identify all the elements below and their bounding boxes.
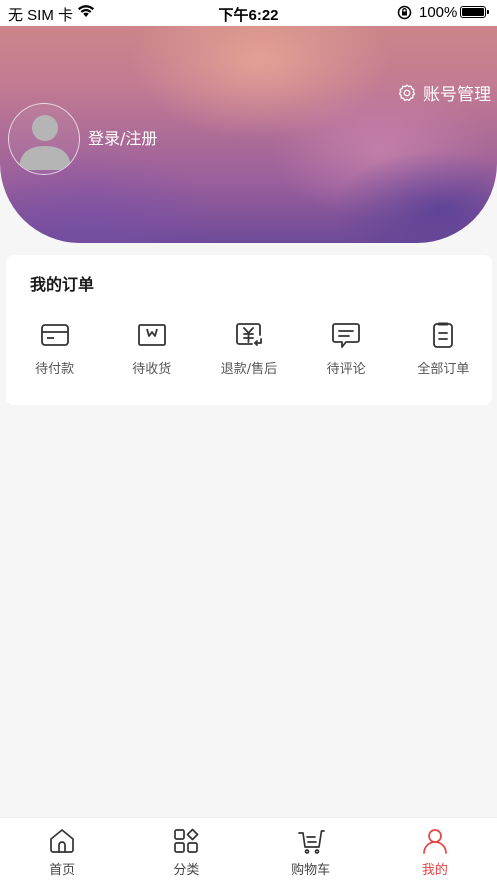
my-orders-card: 我的订单 待付款 待收货 退款/售后 待评论 全部订单 (6, 255, 492, 405)
account-management-label: 账号管理 (423, 85, 491, 105)
refund-icon (236, 323, 262, 346)
order-pending-receipt-label: 待收货 (132, 362, 172, 377)
tab-category-label: 分类 (173, 863, 200, 878)
order-pending-payment-label: 待付款 (35, 362, 75, 377)
comment-icon (332, 323, 361, 348)
order-pending-receipt[interactable]: 待收货 (103, 321, 200, 377)
orientation-lock-icon (397, 5, 412, 24)
tab-mine-label: 我的 (421, 863, 448, 878)
order-all-orders-label: 全部订单 (417, 362, 470, 377)
order-pending-payment[interactable]: 待付款 (6, 321, 103, 377)
tab-category[interactable]: 分类 (124, 818, 248, 884)
home-icon (50, 829, 74, 853)
tab-cart-label: 购物车 (291, 863, 331, 878)
battery-percent: 100% (419, 4, 458, 21)
tab-home-label: 首页 (49, 863, 76, 878)
wallet-card-icon (40, 324, 69, 346)
user-icon (423, 829, 447, 854)
account-management-button[interactable]: 账号管理 (397, 80, 491, 105)
avatar[interactable] (8, 103, 80, 175)
order-pending-review-label: 待评论 (326, 362, 366, 377)
status-bar: 无 SIM 卡 下午6:22 100% (0, 0, 497, 26)
order-refund-label: 退款/售后 (220, 362, 278, 377)
default-avatar-icon (19, 115, 71, 170)
battery-icon (460, 6, 489, 18)
order-refund-aftersale[interactable]: 退款/售后 (200, 321, 297, 377)
login-register-link[interactable]: 登录/注册 (88, 125, 157, 149)
bottom-tab-bar: 首页 分类 购物车 我的 (0, 817, 497, 884)
cart-icon (297, 830, 325, 854)
package-receive-icon (137, 324, 166, 346)
category-icon (174, 828, 199, 853)
tab-mine[interactable]: 我的 (373, 818, 497, 884)
tab-home[interactable]: 首页 (0, 818, 124, 884)
order-list-icon (433, 322, 454, 348)
order-status-row: 待付款 待收货 退款/售后 待评论 全部订单 (6, 321, 492, 377)
gear-icon (398, 83, 416, 101)
order-pending-review[interactable]: 待评论 (298, 321, 395, 377)
tab-cart[interactable]: 购物车 (249, 818, 373, 884)
my-orders-title: 我的订单 (30, 275, 95, 294)
order-all-orders[interactable]: 全部订单 (395, 321, 492, 377)
